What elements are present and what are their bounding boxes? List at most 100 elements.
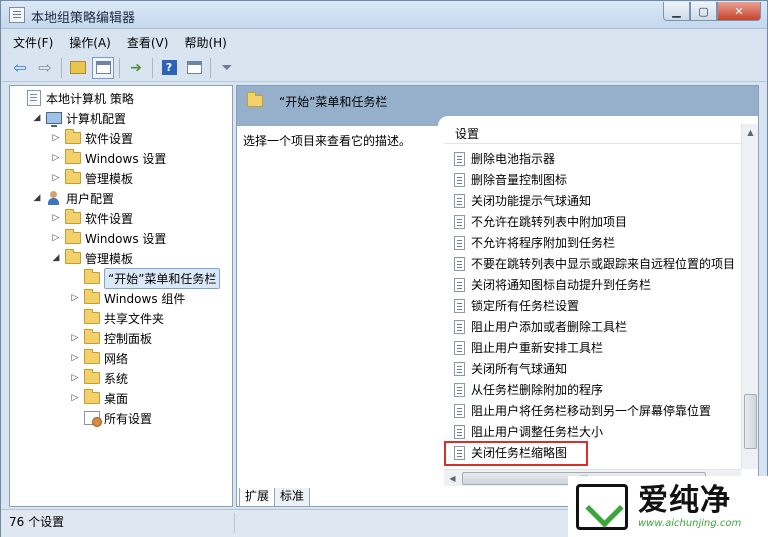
folder-icon	[65, 149, 81, 164]
export-list-button[interactable]: ➔	[125, 57, 147, 79]
tree-node[interactable]: “开始”菜单和任务栏	[69, 267, 221, 289]
folder-icon	[84, 309, 100, 324]
show-action-pane-button[interactable]	[183, 57, 205, 79]
folder-icon	[65, 129, 81, 144]
scroll-left-icon[interactable]: ◀	[444, 470, 461, 487]
collapsed-arrow-icon[interactable]: ▷	[50, 233, 62, 243]
window-title: 本地组策略编辑器	[31, 11, 136, 26]
back-arrow-icon: ⇦	[13, 58, 27, 77]
tree-node[interactable]: ◢ 用户配置	[31, 188, 114, 208]
policy-setting-row[interactable]: 阻止用户调整任务栏大小	[444, 421, 749, 442]
expanded-arrow-icon[interactable]: ◢	[31, 113, 43, 123]
tree-node[interactable]: ▷ Windows 组件	[69, 288, 185, 308]
menu-view[interactable]: 查看(V)	[127, 34, 169, 51]
tab-standard[interactable]: 标准	[274, 488, 311, 507]
policy-setting-icon	[454, 172, 465, 187]
policy-setting-icon	[454, 151, 465, 166]
back-button[interactable]: ⇦	[9, 57, 31, 79]
policy-setting-icon	[454, 277, 465, 292]
policy-setting-icon	[454, 403, 465, 418]
tree-node[interactable]: ◢ 计算机配置	[31, 108, 126, 128]
collapsed-arrow-icon[interactable]: ▷	[50, 133, 62, 143]
expanded-arrow-icon[interactable]: ◢	[31, 193, 43, 203]
policy-setting-icon	[454, 382, 465, 397]
collapsed-arrow-icon[interactable]: ▷	[69, 373, 81, 383]
toolbar-separator	[61, 57, 62, 78]
folder-icon	[84, 289, 100, 304]
tree-node[interactable]: ▷ 软件设置	[50, 208, 133, 228]
policy-setting-row[interactable]: 关闭将通知图标自动提升到任务栏	[444, 274, 749, 295]
policy-setting-icon	[454, 193, 465, 208]
policy-setting-row[interactable]: 阻止用户重新安排工具栏	[444, 337, 749, 358]
toolbar-separator	[119, 57, 120, 78]
tab-extended[interactable]: 扩展	[239, 488, 276, 507]
vertical-scroll-thumb[interactable]	[744, 394, 757, 449]
collapsed-arrow-icon[interactable]: ▷	[50, 173, 62, 183]
column-header-setting[interactable]: 设置	[444, 124, 749, 144]
policy-setting-row[interactable]: 不允许在跳转列表中附加项目	[444, 211, 749, 232]
close-icon: ✕	[734, 4, 744, 18]
tree-node[interactable]: ▷ 系统	[69, 368, 128, 388]
tree-node[interactable]: ◢ 管理模板	[50, 248, 133, 268]
tree-node[interactable]: ▷ 控制面板	[69, 328, 152, 348]
view-tabs: 扩展 标准	[239, 488, 311, 508]
policy-setting-icon	[454, 319, 465, 334]
tree-node[interactable]: 所有设置	[69, 408, 152, 428]
menu-action[interactable]: 操作(A)	[69, 34, 111, 51]
tree-node-label: 共享文件夹	[104, 311, 165, 326]
scroll-up-icon[interactable]: ▲	[742, 124, 759, 141]
policy-setting-label: 阻止用户将任务栏移动到另一个屏幕停靠位置	[471, 404, 712, 418]
menu-file[interactable]: 文件(F)	[13, 34, 53, 51]
maximize-button[interactable]: ▢	[690, 2, 717, 21]
policy-setting-row[interactable]: 阻止用户添加或者删除工具栏	[444, 316, 749, 337]
collapsed-arrow-icon[interactable]: ▷	[69, 393, 81, 403]
close-button[interactable]: ✕	[717, 2, 761, 21]
collapsed-arrow-icon[interactable]: ▷	[69, 333, 81, 343]
folder-icon	[84, 389, 100, 404]
title-bar[interactable]: 本地组策略编辑器 ▁ ▢ ✕	[1, 1, 767, 29]
policy-setting-row[interactable]: 删除音量控制图标	[444, 169, 749, 190]
show-hide-tree-button[interactable]	[92, 56, 114, 79]
policy-setting-row[interactable]: 不允许将程序附加到任务栏	[444, 232, 749, 253]
status-text: 76 个设置	[9, 515, 65, 529]
toolbar: ⇦ ⇨ ➔ ? ⏷	[1, 54, 767, 82]
collapsed-arrow-icon[interactable]: ▷	[50, 153, 62, 163]
minimize-button[interactable]: ▁	[663, 2, 690, 21]
tree-node-label: 计算机配置	[66, 111, 127, 126]
tree-node[interactable]: ▷ 管理模板	[50, 168, 133, 188]
policy-setting-row[interactable]: 阻止用户将任务栏移动到另一个屏幕停靠位置	[444, 400, 749, 421]
tree-node[interactable]: ▷ 软件设置	[50, 128, 133, 148]
folder-icon	[84, 349, 100, 364]
policy-setting-row[interactable]: 删除电池指示器	[444, 148, 749, 169]
user-icon	[46, 190, 62, 206]
tree-node-label: 桌面	[104, 391, 129, 406]
collapsed-arrow-icon[interactable]: ▷	[69, 293, 81, 303]
settings-list[interactable]: 设置 删除电池指示器删除音量控制图标 关闭功能提示气球通知 不允许在跳转列表中附加项…	[444, 124, 749, 469]
policy-setting-row[interactable]: 关闭所有气球通知	[444, 358, 749, 379]
policy-setting-row[interactable]: 锁定所有任务栏设置	[444, 295, 749, 316]
policy-setting-row[interactable]: 关闭功能提示气球通知	[444, 190, 749, 211]
filter-button[interactable]: ⏷	[216, 57, 238, 79]
tree-node[interactable]: ▷ 桌面	[69, 388, 128, 408]
tree-node[interactable]: ▷ Windows 设置	[50, 228, 166, 248]
collapsed-arrow-icon[interactable]: ▷	[69, 353, 81, 363]
policy-setting-row[interactable]: 不要在跳转列表中显示或跟踪来自远程位置的项目	[444, 253, 749, 274]
up-folder-button[interactable]	[67, 57, 89, 79]
policy-setting-label: 删除电池指示器	[471, 152, 556, 166]
policy-setting-row[interactable]: 从任务栏删除附加的程序	[444, 379, 749, 400]
console-tree[interactable]: 本地计算机 策略 ◢ 计算机配置 ▷ 软件设置 ▷ Windows 设置 ▷ 管理模板 ◢ 用户配置…	[9, 85, 233, 507]
tree-node[interactable]: 共享文件夹	[69, 308, 164, 328]
tree-node[interactable]: ▷ 网络	[69, 348, 128, 368]
help-button[interactable]: ?	[158, 57, 180, 79]
collapsed-arrow-icon[interactable]: ▷	[50, 213, 62, 223]
expanded-arrow-icon[interactable]: ◢	[50, 253, 62, 263]
policy-setting-label: 不允许将程序附加到任务栏	[471, 236, 616, 250]
vertical-scrollbar[interactable]: ▲	[741, 124, 758, 469]
menu-help[interactable]: 帮助(H)	[184, 34, 226, 51]
policy-setting-icon	[454, 235, 465, 250]
folder-icon	[65, 169, 81, 184]
forward-button[interactable]: ⇨	[34, 57, 56, 79]
tree-node[interactable]: ▷ Windows 设置	[50, 148, 166, 168]
tree-node[interactable]: 本地计算机 策略	[12, 88, 134, 108]
maximize-icon: ▢	[698, 4, 709, 18]
